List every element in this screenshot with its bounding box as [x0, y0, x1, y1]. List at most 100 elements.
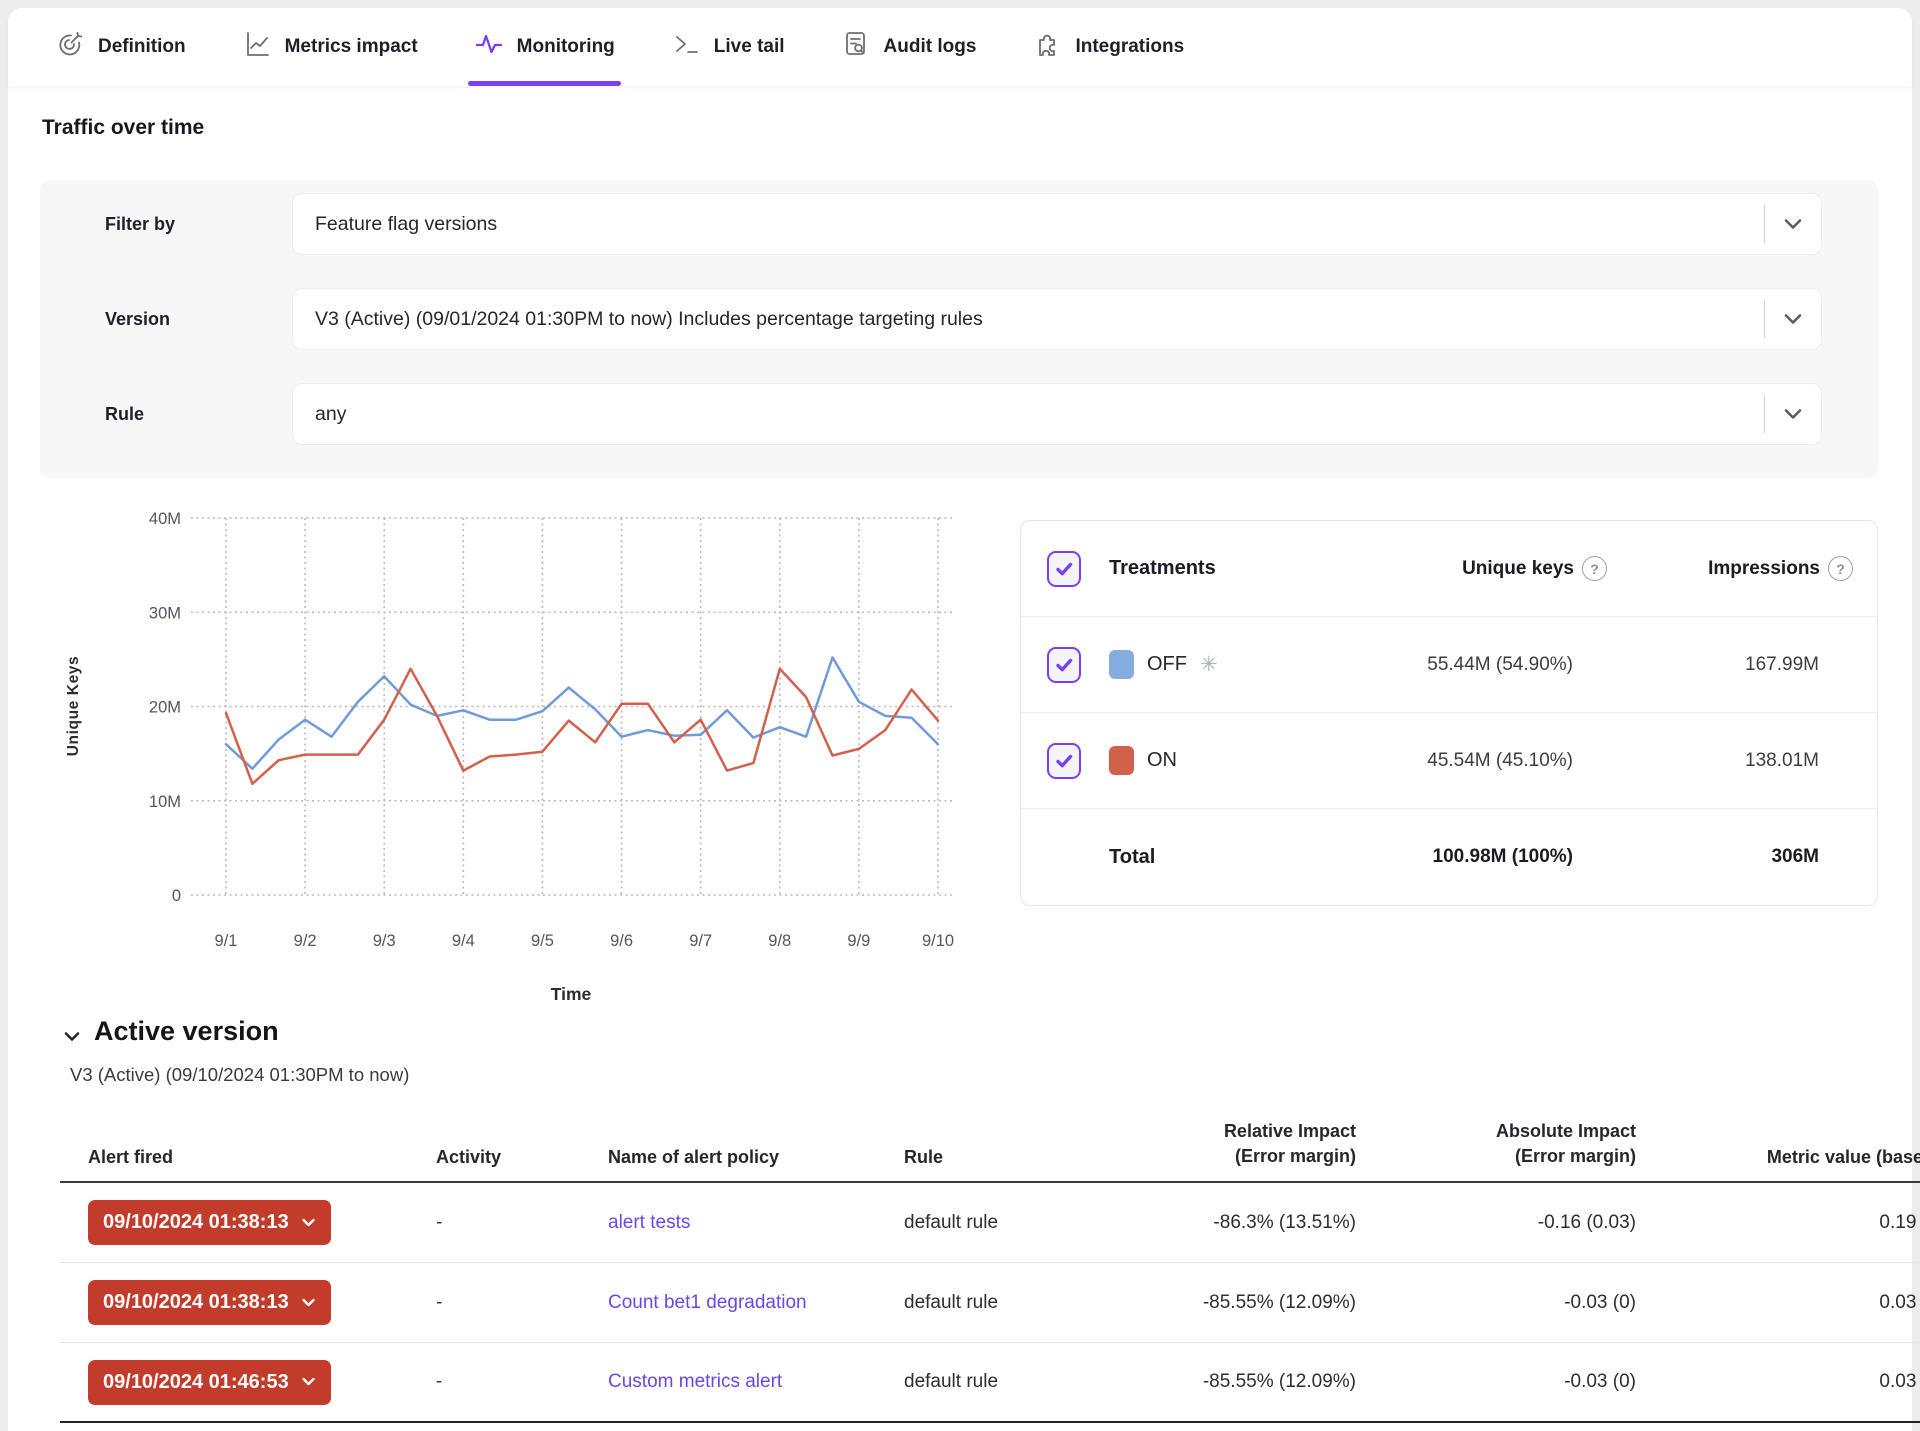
absolute-impact-value: -0.03 (0) — [1356, 1292, 1636, 1314]
total-impressions: 306M — [1607, 846, 1853, 868]
svg-text:9/6: 9/6 — [610, 932, 633, 950]
chevron-down-icon[interactable] — [1765, 313, 1821, 325]
active-version-subtitle: V3 (Active) (09/10/2024 01:30PM to now) — [70, 1064, 409, 1086]
default-treatment-icon: ✳ — [1200, 652, 1218, 677]
filter-row-filter-by: Filter by Feature flag versions — [105, 193, 1822, 255]
metric-value: 0.03 ( — [1636, 1292, 1920, 1314]
metric-value-header: Metric value (basel — [1636, 1105, 1920, 1181]
filter-by-label: Filter by — [105, 214, 292, 235]
alerts-table: Alert fired Activity Name of alert polic… — [60, 1105, 1920, 1423]
svg-text:9/4: 9/4 — [452, 932, 475, 950]
alert-row: 09/10/2024 01:38:13 - Count bet1 degrada… — [60, 1263, 1920, 1343]
rule-value: any — [315, 403, 1764, 426]
chevron-down-icon — [301, 1218, 316, 1228]
tab-label: Definition — [98, 36, 186, 58]
tab-bar: Definition Metrics impact Monitoring — [8, 8, 1912, 86]
tab-label: Integrations — [1075, 36, 1184, 58]
total-label: Total — [1109, 846, 1329, 869]
treatments-total-row: Total 100.98M (100%) 306M — [1021, 809, 1877, 905]
tab-audit-logs[interactable]: Audit logs — [841, 8, 977, 86]
svg-text:9/1: 9/1 — [215, 932, 238, 950]
treatment-name: OFF — [1147, 653, 1187, 676]
relative-impact-value: -86.3% (13.51%) — [1070, 1212, 1356, 1234]
alert-fired-badge[interactable]: 09/10/2024 01:46:53 — [88, 1360, 331, 1405]
alert-rule: default rule — [860, 1371, 1070, 1393]
treatments-header-row: Treatments Unique keys ? Impressions ? — [1021, 521, 1877, 617]
alert-row: 09/10/2024 01:38:13 - alert tests defaul… — [60, 1183, 1920, 1263]
svg-text:0: 0 — [172, 887, 181, 905]
svg-text:30M: 30M — [149, 604, 181, 622]
terminal-icon — [671, 29, 701, 65]
pulse-icon — [474, 29, 504, 65]
traffic-line-chart: 010M20M30M40M9/19/29/39/49/59/69/79/89/9… — [48, 508, 968, 1008]
treatment-off-checkbox[interactable] — [1047, 647, 1081, 683]
document-search-icon — [841, 29, 871, 65]
off-color-swatch — [1109, 650, 1134, 679]
alert-row: 09/10/2024 01:46:53 - Custom metrics ale… — [60, 1343, 1920, 1423]
treatment-name: ON — [1147, 749, 1177, 772]
chevron-down-icon[interactable] — [1765, 218, 1821, 230]
svg-text:9/9: 9/9 — [847, 932, 870, 950]
tab-monitoring[interactable]: Monitoring — [474, 8, 615, 86]
on-color-swatch — [1109, 746, 1134, 775]
svg-text:9/3: 9/3 — [373, 932, 396, 950]
absolute-impact-header: Absolute Impact (Error margin) — [1356, 1105, 1636, 1181]
filter-row-version: Version V3 (Active) (09/01/2024 01:30PM … — [105, 288, 1822, 350]
treatments-header: Treatments — [1109, 557, 1329, 580]
chart-trend-icon — [242, 29, 272, 65]
tab-live-tail[interactable]: Live tail — [671, 8, 785, 86]
rule-select[interactable]: any — [292, 383, 1822, 445]
help-icon[interactable]: ? — [1828, 556, 1853, 581]
filter-by-select[interactable]: Feature flag versions — [292, 193, 1822, 255]
total-unique-keys: 100.98M (100%) — [1329, 846, 1607, 868]
alert-policy-link[interactable]: Count bet1 degradation — [608, 1292, 807, 1314]
treatment-row-on: ON 45.54M (45.10%) 138.01M — [1021, 713, 1877, 809]
help-icon[interactable]: ? — [1582, 556, 1607, 581]
active-version-title: Active version — [94, 1016, 279, 1047]
filter-by-value: Feature flag versions — [315, 213, 1764, 236]
svg-text:20M: 20M — [149, 699, 181, 717]
tab-definition[interactable]: Definition — [55, 8, 186, 86]
treatments-select-all-checkbox[interactable] — [1047, 551, 1081, 587]
svg-text:9/2: 9/2 — [294, 932, 317, 950]
off-impressions: 167.99M — [1607, 654, 1853, 676]
alert-policy-header: Name of alert policy — [572, 1105, 860, 1181]
alert-activity: - — [410, 1292, 572, 1314]
treatment-on-checkbox[interactable] — [1047, 743, 1081, 779]
rule-label: Rule — [105, 404, 292, 425]
svg-text:Unique Keys: Unique Keys — [65, 656, 82, 757]
tab-label: Audit logs — [884, 36, 977, 58]
tab-metrics-impact[interactable]: Metrics impact — [242, 8, 418, 86]
chevron-down-icon[interactable] — [1765, 408, 1821, 420]
tab-integrations[interactable]: Integrations — [1032, 8, 1184, 86]
relative-impact-value: -85.55% (12.09%) — [1070, 1371, 1356, 1393]
relative-impact-header: Relative Impact (Error margin) — [1070, 1105, 1356, 1181]
collapse-chevron-icon[interactable] — [62, 1030, 82, 1049]
alert-policy-link[interactable]: Custom metrics alert — [608, 1371, 782, 1393]
absolute-impact-value: -0.16 (0.03) — [1356, 1212, 1636, 1234]
svg-text:9/5: 9/5 — [531, 932, 554, 950]
off-unique-keys: 55.44M (54.90%) — [1329, 654, 1607, 676]
filter-panel: Filter by Feature flag versions Version … — [40, 180, 1878, 478]
relative-impact-value: -85.55% (12.09%) — [1070, 1292, 1356, 1314]
puzzle-icon — [1032, 29, 1062, 65]
svg-text:40M: 40M — [149, 510, 181, 528]
treatment-row-off: OFF ✳ 55.44M (54.90%) 167.99M — [1021, 617, 1877, 713]
svg-text:9/10: 9/10 — [922, 932, 954, 950]
alert-rule: default rule — [860, 1212, 1070, 1234]
alert-fired-badge[interactable]: 09/10/2024 01:38:13 — [88, 1200, 331, 1245]
chevron-down-icon — [301, 1298, 316, 1308]
alerts-header-row: Alert fired Activity Name of alert polic… — [60, 1105, 1920, 1183]
filter-row-rule: Rule any — [105, 383, 1822, 445]
page-title: Traffic over time — [42, 116, 204, 140]
svg-text:9/7: 9/7 — [689, 932, 712, 950]
treatments-panel: Treatments Unique keys ? Impressions ? O… — [1020, 520, 1878, 906]
unique-keys-header: Unique keys ? — [1329, 556, 1607, 581]
version-select[interactable]: V3 (Active) (09/01/2024 01:30PM to now) … — [292, 288, 1822, 350]
alert-fired-badge[interactable]: 09/10/2024 01:38:13 — [88, 1280, 331, 1325]
version-label: Version — [105, 309, 292, 330]
alert-policy-link[interactable]: alert tests — [608, 1212, 690, 1234]
svg-text:9/8: 9/8 — [768, 932, 791, 950]
metric-value: 0.19 ( — [1636, 1212, 1920, 1234]
tab-label: Live tail — [714, 36, 785, 58]
